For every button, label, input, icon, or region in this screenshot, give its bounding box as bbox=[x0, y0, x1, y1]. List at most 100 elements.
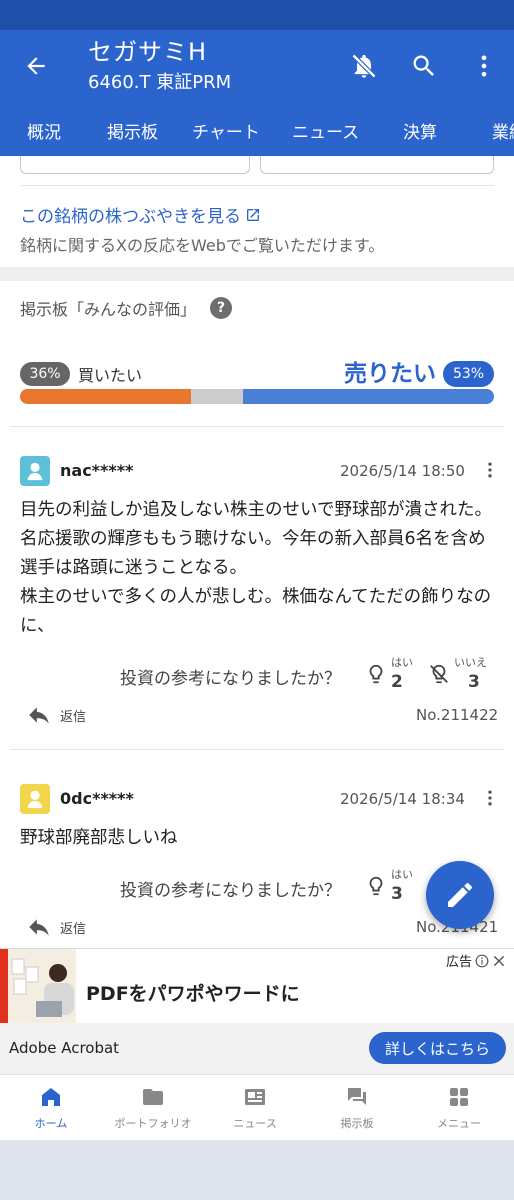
helpful-question: 投資の参考になりましたか？ bbox=[120, 881, 341, 901]
board-rating-header: 掲示板「みんなの評価」 ? bbox=[20, 296, 233, 320]
partial-button-right[interactable] bbox=[260, 156, 494, 174]
vote-yes-button[interactable]: はい 3 bbox=[365, 866, 413, 908]
nav-label: メニュー bbox=[437, 1117, 481, 1130]
ad-advertiser: Adobe Acrobat bbox=[9, 1039, 120, 1057]
post-body: 目先の利益しか追及しない株主のせいで野球部が潰された。名応援歌の輝彦ももう聴けな… bbox=[20, 500, 492, 636]
reply-button[interactable]: 返信 bbox=[24, 914, 86, 940]
status-bar bbox=[0, 0, 514, 30]
ratio-buy-segment bbox=[20, 389, 191, 404]
lightbulb-icon bbox=[369, 664, 383, 684]
help-icon[interactable]: ? bbox=[210, 297, 233, 319]
post-author[interactable]: nac***** bbox=[60, 461, 134, 480]
nav-label: ポートフォリオ bbox=[114, 1117, 192, 1130]
vote-no-button[interactable]: いいえ 3 bbox=[428, 654, 498, 696]
folder-icon bbox=[143, 1089, 163, 1105]
nav-label: ホーム bbox=[34, 1117, 68, 1130]
tab-news[interactable]: ニュース bbox=[292, 118, 359, 143]
back-arrow-icon bbox=[27, 57, 45, 75]
close-icon[interactable] bbox=[492, 954, 506, 968]
nav-news[interactable]: ニュース bbox=[204, 1075, 306, 1141]
post-body: 野球部廃部悲しいね bbox=[20, 828, 178, 848]
vote-no-count: 3 bbox=[468, 672, 480, 692]
search-button[interactable] bbox=[406, 48, 442, 84]
reply-icon bbox=[29, 707, 49, 724]
user-avatar-icon bbox=[27, 462, 43, 481]
post-more-button[interactable] bbox=[478, 456, 502, 484]
nav-board[interactable]: 掲示板 bbox=[306, 1075, 408, 1141]
post-more-button[interactable] bbox=[478, 784, 502, 812]
tab-chart[interactable]: チャート bbox=[192, 118, 260, 143]
board-rating-title: 掲示板「みんなの評価」 bbox=[20, 300, 197, 319]
user-avatar-icon bbox=[27, 790, 43, 809]
notification-off-button[interactable] bbox=[346, 48, 382, 84]
more-menu-button[interactable] bbox=[466, 48, 502, 84]
reply-button[interactable]: 返信 bbox=[24, 702, 86, 728]
reply-label: 返信 bbox=[60, 921, 87, 937]
nav-label: ニュース bbox=[233, 1117, 277, 1130]
avatar bbox=[20, 456, 50, 486]
vote-yes-label: はい bbox=[391, 656, 413, 669]
vote-no-label: いいえ bbox=[454, 656, 487, 669]
vote-yes-label: はい bbox=[391, 868, 413, 881]
pencil-icon bbox=[448, 882, 473, 907]
board-post: 0dc***** 2026/5/14 18:34 野球部廃部悲しいね 投資の参考… bbox=[0, 784, 514, 948]
reply-icon bbox=[29, 919, 49, 936]
search-icon bbox=[413, 55, 434, 76]
ad-thumbnail bbox=[0, 949, 76, 1023]
ratio-sell-segment bbox=[242, 389, 494, 404]
buy-label: 買いたい bbox=[78, 366, 143, 385]
ad-headline: PDFをパワポやワードに bbox=[86, 983, 300, 1005]
post-author[interactable]: 0dc***** bbox=[60, 789, 134, 808]
main-content: この銘柄の株つぶやきを見る 銘柄に関するXの反応をWebでご覧いただけます。 掲… bbox=[0, 156, 514, 948]
ad-banner[interactable]: PDFをパワポやワードに 広告 Adobe Acrobat 詳しくはこちら bbox=[0, 948, 514, 1074]
divider bbox=[10, 426, 504, 427]
external-link-icon bbox=[247, 208, 259, 221]
avatar bbox=[20, 784, 50, 814]
nav-portfolio[interactable]: ポートフォリオ bbox=[102, 1075, 204, 1141]
compose-post-button[interactable] bbox=[426, 861, 494, 929]
ad-tag-label: 広告 bbox=[446, 955, 473, 970]
post-number: No.211422 bbox=[416, 706, 499, 724]
tab-earnings[interactable]: 決算 bbox=[403, 118, 437, 143]
news-icon bbox=[245, 1089, 265, 1105]
back-button[interactable] bbox=[18, 48, 54, 84]
stock-name: セガサミH bbox=[88, 38, 208, 66]
tab-board[interactable]: 掲示板 bbox=[107, 118, 158, 143]
ad-image bbox=[0, 949, 76, 1023]
helpful-question: 投資の参考になりましたか？ bbox=[120, 669, 341, 689]
sell-label: 売りたい bbox=[344, 361, 436, 387]
lightbulb-icon bbox=[369, 876, 383, 896]
divider bbox=[20, 185, 494, 186]
home-icon bbox=[42, 1088, 60, 1106]
more-vertical-icon bbox=[488, 790, 492, 806]
vote-yes-button[interactable]: はい 2 bbox=[365, 654, 413, 696]
more-vertical-icon bbox=[488, 462, 492, 478]
partial-button-row bbox=[20, 156, 494, 176]
ratio-neutral-segment bbox=[190, 389, 243, 404]
vote-yes-count: 3 bbox=[391, 884, 403, 904]
stock-code: 6460.T 東証PRM bbox=[88, 72, 232, 93]
post-date: 2026/5/14 18:34 bbox=[340, 790, 465, 808]
tab-performance[interactable]: 業績 bbox=[492, 118, 514, 143]
bell-off-icon bbox=[351, 53, 377, 79]
buy-percent-badge: 36% bbox=[20, 362, 70, 386]
system-navigation-bar bbox=[0, 1140, 514, 1200]
nav-menu[interactable]: メニュー bbox=[408, 1075, 510, 1141]
lightbulb-off-icon bbox=[430, 664, 448, 684]
tsubuyaki-description: 銘柄に関するXの反応をWebでご覧いただけます。 bbox=[20, 236, 385, 255]
stock-title-block: セガサミH 6460.T 東証PRM bbox=[88, 36, 231, 96]
sell-percent-badge: 53% bbox=[443, 361, 494, 387]
app-header: セガサミH 6460.T 東証PRM 概況 掲示板 チャート ニュース 決算 業… bbox=[0, 30, 514, 156]
ad-tag: 広告 bbox=[446, 951, 506, 970]
partial-button-left[interactable] bbox=[20, 156, 250, 174]
info-icon[interactable] bbox=[475, 954, 489, 968]
section-tabs: 概況 掲示板 チャート ニュース 決算 業績 bbox=[0, 114, 514, 156]
tab-overview[interactable]: 概況 bbox=[27, 118, 61, 143]
reply-label: 返信 bbox=[60, 709, 87, 725]
nav-home[interactable]: ホーム bbox=[0, 1075, 102, 1141]
tsubuyaki-link[interactable]: この銘柄の株つぶやきを見る bbox=[20, 202, 261, 227]
sentiment-ratio-bar bbox=[20, 389, 494, 404]
ad-cta-button[interactable]: 詳しくはこちら bbox=[369, 1032, 506, 1064]
ad-top: PDFをパワポやワードに 広告 bbox=[0, 949, 514, 1023]
board-post: nac***** 2026/5/14 18:50 目先の利益しか追及しない株主の… bbox=[0, 456, 514, 746]
